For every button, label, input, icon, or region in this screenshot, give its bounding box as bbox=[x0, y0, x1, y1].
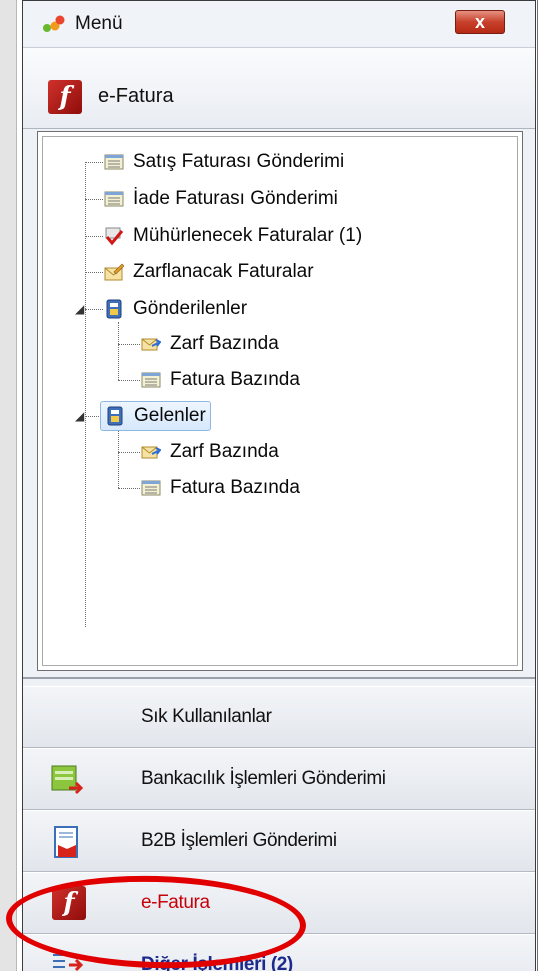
menu-app-icon bbox=[43, 15, 65, 32]
tree-item-iade-faturasi[interactable]: İade Faturası Gönderimi bbox=[104, 184, 338, 214]
section-label: Diğer İşlemleri (2) bbox=[141, 954, 293, 971]
tree-connector bbox=[85, 309, 103, 310]
tree-item-gelenler-zarf[interactable]: Zarf Bazında bbox=[141, 437, 279, 467]
section-efatura[interactable]: f e-Fatura bbox=[23, 872, 535, 934]
tree-connector bbox=[85, 236, 103, 237]
tree-item-satis-faturasi[interactable]: Satış Faturası Gönderimi bbox=[104, 147, 344, 177]
tree-connector bbox=[118, 452, 140, 453]
tree-item-muhurlenecek[interactable]: Mühürlenecek Faturalar (1) bbox=[104, 221, 362, 251]
tree-item-label: Zarf Bazında bbox=[170, 441, 279, 462]
tree-item-label: Fatura Bazında bbox=[170, 369, 300, 390]
collapse-arrow-icon[interactable]: ◢ bbox=[75, 409, 84, 423]
section-sik-kullanilanlar[interactable]: Sık Kullanılanlar bbox=[23, 686, 535, 748]
list-arrow-icon bbox=[53, 954, 84, 971]
section-bankacilik[interactable]: Bankacılık İşlemleri Gönderimi bbox=[23, 748, 535, 810]
folder-book-icon bbox=[106, 299, 122, 319]
envelope-arrow-icon bbox=[141, 338, 161, 351]
tree-connector bbox=[118, 344, 140, 345]
tree-item-gelenler[interactable]: Gelenler bbox=[100, 401, 211, 431]
tree-connector bbox=[118, 380, 140, 381]
navigation-tree[interactable]: ◢ ◢ Satış Faturası Gönderimi İade Fatura… bbox=[37, 131, 523, 671]
efatura-logo-icon: f bbox=[52, 886, 86, 920]
tree-item-label: Satış Faturası Gönderimi bbox=[133, 151, 345, 172]
efatura-logo-icon: f bbox=[48, 80, 82, 114]
splitter[interactable] bbox=[23, 677, 535, 679]
section-diger[interactable]: Diğer İşlemleri (2) bbox=[23, 934, 535, 971]
tree-connector bbox=[85, 199, 103, 200]
section-label: e-Fatura bbox=[141, 892, 210, 913]
tree-item-label: Gönderilenler bbox=[133, 298, 248, 319]
tree-item-label: İade Faturası Gönderimi bbox=[133, 188, 338, 209]
invoice-list-icon bbox=[104, 154, 124, 170]
right-window-edge bbox=[537, 0, 558, 971]
tree-item-gonderilenler-fatura[interactable]: Fatura Bazında bbox=[141, 365, 300, 395]
tree-item-zarflanacak[interactable]: Zarflanacak Faturalar bbox=[104, 257, 314, 287]
tree-guide-line bbox=[85, 162, 86, 627]
collapse-arrow-icon[interactable]: ◢ bbox=[75, 302, 84, 316]
menu-panel: Menü x f e-Fatura ◢ ◢ Satış Faturası Gön… bbox=[22, 0, 536, 971]
invoice-list-icon bbox=[104, 191, 124, 207]
seal-check-icon bbox=[105, 227, 124, 246]
title-bar: Menü x bbox=[23, 1, 535, 45]
b2b-document-icon bbox=[54, 826, 78, 858]
tree-connector bbox=[118, 488, 140, 489]
tree-connector bbox=[85, 162, 103, 163]
active-section-header: f e-Fatura bbox=[23, 47, 535, 129]
selection-highlight: Gelenler bbox=[100, 401, 211, 431]
close-button[interactable]: x bbox=[455, 10, 505, 34]
folder-book-icon bbox=[107, 406, 123, 426]
left-window-edge bbox=[0, 0, 17, 971]
section-label: B2B İşlemleri Gönderimi bbox=[141, 830, 337, 851]
section-b2b[interactable]: B2B İşlemleri Gönderimi bbox=[23, 810, 535, 872]
tree-item-gonderilenler-zarf[interactable]: Zarf Bazında bbox=[141, 329, 279, 359]
section-label: Sık Kullanılanlar bbox=[141, 706, 272, 727]
invoice-list-icon bbox=[141, 480, 161, 496]
invoice-list-icon bbox=[141, 372, 161, 388]
tree-guide-line bbox=[118, 430, 119, 488]
tree-connector bbox=[85, 272, 103, 273]
section-label: Bankacılık İşlemleri Gönderimi bbox=[141, 768, 386, 789]
close-icon: x bbox=[474, 12, 485, 32]
envelope-pencil-icon bbox=[104, 263, 124, 281]
tree-item-label: Zarf Bazında bbox=[170, 333, 279, 354]
window-title: Menü bbox=[75, 13, 123, 34]
tree-item-label: Gelenler bbox=[134, 405, 206, 426]
bank-transfer-icon bbox=[51, 765, 84, 795]
tree-item-label: Mühürlenecek Faturalar (1) bbox=[133, 225, 363, 246]
header-title: e-Fatura bbox=[98, 85, 174, 107]
tree-item-gonderilenler[interactable]: Gönderilenler bbox=[104, 294, 247, 324]
tree-guide-line bbox=[118, 322, 119, 380]
tree-item-label: Fatura Bazında bbox=[170, 477, 300, 498]
envelope-arrow-icon bbox=[141, 446, 161, 459]
tree-item-gelenler-fatura[interactable]: Fatura Bazında bbox=[141, 473, 300, 503]
tree-item-label: Zarflanacak Faturalar bbox=[133, 261, 314, 282]
